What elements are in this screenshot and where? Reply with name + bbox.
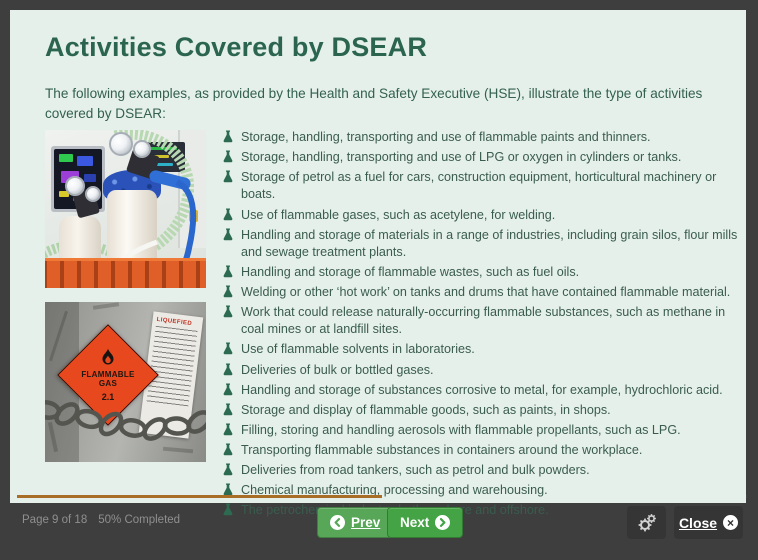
- list-item-text: Use of flammable solvents in laboratorie…: [241, 341, 475, 358]
- list-item: Storage and display of flammable goods, …: [222, 402, 738, 419]
- flask-icon: [222, 170, 234, 183]
- next-button-label: Next: [400, 515, 429, 530]
- flask-icon: [222, 305, 234, 318]
- list-item-text: Transporting flammable substances in con…: [241, 442, 642, 459]
- list-item: Deliveries from road tankers, such as pe…: [222, 462, 738, 479]
- chevron-circle-left-icon: [330, 515, 345, 530]
- slide-content-card: Activities Covered by DSEAR The followin…: [10, 10, 746, 503]
- close-button[interactable]: Close ×: [674, 506, 743, 539]
- flask-icon: [222, 503, 234, 516]
- close-circle-x-icon: ×: [723, 515, 738, 530]
- flask-icon: [222, 423, 234, 436]
- list-item-text: Deliveries from road tankers, such as pe…: [241, 462, 590, 479]
- list-item: Handling and storage of materials in a r…: [222, 227, 738, 261]
- flask-icon: [222, 363, 234, 376]
- list-item: Use of flammable gases, such as acetylen…: [222, 207, 738, 224]
- activities-list: Storage, handling, transporting and use …: [222, 129, 738, 523]
- list-item-text: Welding or other ‘hot work’ on tanks and…: [241, 284, 730, 301]
- flask-icon: [222, 265, 234, 278]
- list-item-text: Work that could release naturally-occurr…: [241, 304, 738, 338]
- list-item-text: Storage, handling, transporting and use …: [241, 129, 651, 146]
- flask-icon: [222, 383, 234, 396]
- list-item-text: Deliveries of bulk or bottled gases.: [241, 362, 434, 379]
- flask-icon: [222, 463, 234, 476]
- progress-bar: [17, 495, 747, 498]
- prev-button[interactable]: Prev: [317, 507, 393, 538]
- orange-crate: [45, 258, 206, 288]
- flask-icon: [222, 208, 234, 221]
- list-item: Deliveries of bulk or bottled gases.: [222, 362, 738, 379]
- list-item: Transporting flammable substances in con…: [222, 442, 738, 459]
- list-item-text: Use of flammable gases, such as acetylen…: [241, 207, 555, 224]
- list-item: Storage, handling, transporting and use …: [222, 149, 738, 166]
- list-item-text: Handling and storage of materials in a r…: [241, 227, 738, 261]
- flask-icon: [222, 130, 234, 143]
- page-status: Page 9 of 18 50% Completed: [22, 514, 180, 526]
- completion-indicator: 50% Completed: [98, 514, 180, 526]
- list-item-text: Storage and display of flammable goods, …: [241, 402, 611, 419]
- list-item: Use of flammable solvents in laboratorie…: [222, 341, 738, 358]
- gas-cylinders-photo: [45, 130, 206, 288]
- list-item: Handling and storage of substances corro…: [222, 382, 738, 399]
- chain: [45, 302, 206, 462]
- flask-icon: [222, 342, 234, 355]
- list-item: Storage of petrol as a fuel for cars, co…: [222, 169, 738, 203]
- prev-button-label: Prev: [351, 515, 380, 530]
- page-title: Activities Covered by DSEAR: [45, 32, 427, 63]
- flask-icon: [222, 285, 234, 298]
- list-item-text: Filling, storing and handling aerosols w…: [241, 422, 681, 439]
- flammable-gas-label-photo: LIQUEFIED FLAMMABLE GAS 2.1: [45, 302, 206, 462]
- flask-icon: [222, 150, 234, 163]
- list-item: Storage, handling, transporting and use …: [222, 129, 738, 146]
- list-item-text: Storage, handling, transporting and use …: [241, 149, 681, 166]
- list-item-text: Storage of petrol as a fuel for cars, co…: [241, 169, 738, 203]
- flask-icon: [222, 443, 234, 456]
- course-player-window: Activities Covered by DSEAR The followin…: [0, 0, 758, 560]
- flask-icon: [222, 403, 234, 416]
- list-item: Work that could release naturally-occurr…: [222, 304, 738, 338]
- flask-icon: [222, 228, 234, 241]
- intro-text: The following examples, as provided by t…: [45, 84, 717, 123]
- page-indicator: Page 9 of 18: [22, 514, 87, 526]
- settings-button[interactable]: [627, 506, 666, 539]
- list-item-text: Handling and storage of substances corro…: [241, 382, 723, 399]
- next-button[interactable]: Next: [387, 507, 463, 538]
- chevron-circle-right-icon: [435, 515, 450, 530]
- cogs-icon: [637, 513, 657, 533]
- list-item: Welding or other ‘hot work’ on tanks and…: [222, 284, 738, 301]
- close-button-label: Close: [679, 515, 717, 531]
- list-item-text: Handling and storage of flammable wastes…: [241, 264, 579, 281]
- list-item: Handling and storage of flammable wastes…: [222, 264, 738, 281]
- progress-bar-fill: [17, 495, 382, 498]
- list-item: Filling, storing and handling aerosols w…: [222, 422, 738, 439]
